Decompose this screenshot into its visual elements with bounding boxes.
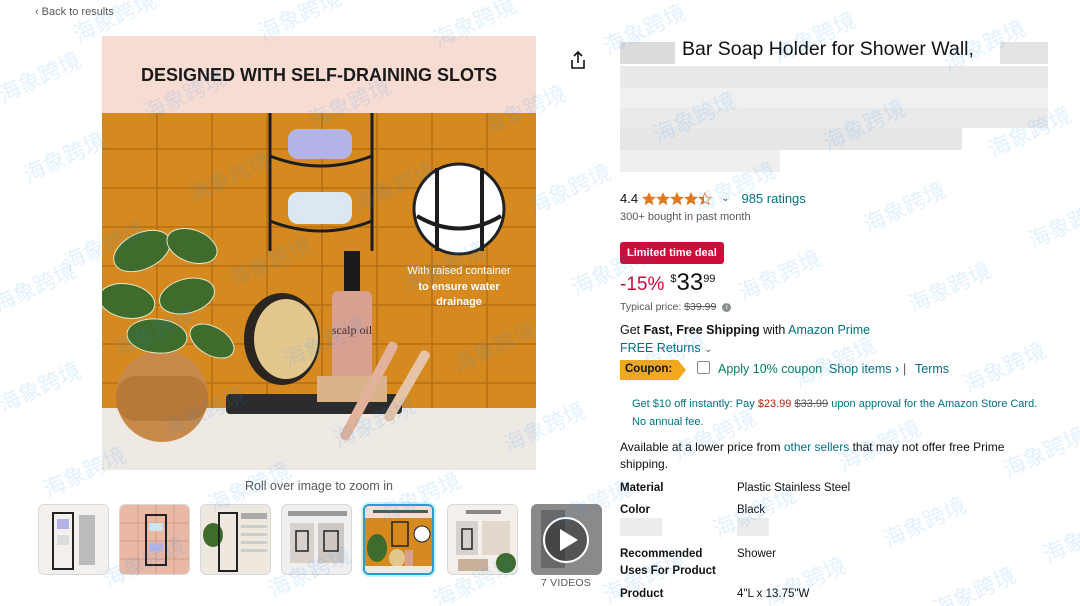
free-returns-link[interactable]: FREE Returns ⌄ (620, 341, 712, 355)
offer-pay-price: $23.99 (757, 398, 792, 410)
stars-icon (642, 191, 713, 205)
rating-row: 4.4 ⌄ 985 ratings (620, 191, 806, 206)
price-block: -15% $ 33 99 (620, 270, 715, 296)
lower-price-notice: Available at a lower price from other se… (620, 439, 1040, 473)
lower-price-text-1: Available at a lower price from (620, 440, 784, 454)
separator: | (903, 362, 907, 376)
typical-price-value: $39.99 (684, 301, 717, 313)
redacted-block (620, 150, 780, 172)
chevron-left-icon: ‹ (35, 6, 39, 18)
main-product-image[interactable]: DESIGNED WITH SELF-DRAINING SLOTS With r… (102, 36, 536, 470)
redacted-block (620, 88, 1048, 108)
watermark: 海象跨境 (904, 258, 996, 319)
redacted-block (620, 42, 675, 64)
shipping-middle: with (759, 323, 789, 337)
shop-items-link[interactable]: Shop items › (829, 362, 899, 376)
discount-percent: -15% (620, 274, 665, 295)
watermark: 海象跨境 (0, 258, 81, 319)
product-title: Bar Soap Holder for Shower Wall, (682, 38, 974, 60)
shipping-info: Get Fast, Free Shipping with Amazon Prim… (620, 323, 870, 337)
image-callout-line1: With raised container (407, 265, 511, 277)
spec-value-uses: Shower (737, 548, 776, 560)
watermark: 海象跨境 (0, 358, 86, 419)
limited-time-deal-badge: Limited time deal (620, 242, 724, 264)
thumbnail-1[interactable] (38, 504, 109, 575)
price-fraction: 99 (703, 273, 716, 285)
back-to-results-label: Back to results (41, 6, 114, 18)
redacted-block (620, 66, 1048, 88)
watermark: 海象跨境 (859, 178, 951, 239)
shipping-prefix: Get (620, 323, 644, 337)
spec-label-product: Product (620, 588, 664, 600)
spec-value-product: 4"L x 13.75"W (737, 588, 810, 600)
info-icon[interactable]: i (722, 302, 732, 312)
spec-value-material: Plastic Stainless Steel (737, 482, 851, 494)
spec-label-uses: Recommended Uses For Product (620, 548, 716, 577)
thumbnail-4[interactable] (281, 504, 352, 575)
watermark: 海象跨境 (789, 333, 881, 394)
price-whole: 33 (676, 269, 704, 296)
watermark: 海象跨境 (929, 563, 1021, 606)
typical-price-label: Typical price: (620, 301, 682, 313)
offer-strike-price: $33.99 (794, 398, 829, 410)
image-callout-line3: drainage (436, 296, 482, 308)
rating-value: 4.4 (620, 191, 639, 206)
store-card-offer[interactable]: Get $10 off instantly: Pay $23.99 $33.99… (632, 395, 1042, 431)
image-callout-line2: to ensure water (418, 281, 500, 293)
bottle-label: scalp oil (332, 323, 373, 337)
typical-price: Typical price: $39.99 i (620, 301, 732, 313)
thumbnail-6[interactable] (447, 504, 518, 575)
thumbnail-5-selected[interactable] (363, 504, 434, 575)
terms-link[interactable]: Terms (915, 362, 949, 376)
chevron-down-icon[interactable]: ⌄ (721, 193, 729, 204)
watermark: 海象跨境 (1024, 194, 1080, 255)
redacted-block (620, 128, 962, 150)
other-sellers-link[interactable]: other sellers (784, 440, 849, 454)
video-thumbnail[interactable] (531, 504, 602, 575)
redacted-block (620, 518, 662, 536)
watermark: 海象跨境 (524, 160, 616, 221)
redacted-block (620, 108, 1048, 128)
watermark: 海象跨境 (734, 246, 826, 307)
image-headline: DESIGNED WITH SELF-DRAINING SLOTS (141, 65, 497, 85)
videos-count-label[interactable]: 7 VIDEOS (531, 577, 601, 589)
offer-text-1: Get $10 off instantly: Pay (632, 398, 758, 410)
spec-label-material: Material (620, 482, 664, 494)
spec-value-color: Black (737, 504, 766, 516)
watermark: 海象跨境 (879, 493, 971, 554)
amazon-prime-link[interactable]: Amazon Prime (788, 323, 870, 337)
coupon-badge: Coupon: (620, 360, 687, 380)
coupon-checkbox[interactable] (697, 361, 710, 374)
redacted-block (1000, 42, 1048, 64)
bought-past-month: 300+ bought in past month (620, 211, 751, 223)
redacted-block (737, 518, 769, 536)
chevron-down-icon: ⌄ (704, 344, 713, 355)
star-rating[interactable] (642, 191, 713, 206)
back-to-results-link[interactable]: ‹ Back to results (35, 6, 114, 18)
free-returns-label: FREE Returns (620, 341, 701, 355)
share-icon[interactable] (569, 50, 587, 70)
ratings-count-link[interactable]: 985 ratings (741, 191, 805, 206)
watermark: 海象跨境 (959, 338, 1051, 399)
apply-coupon-label[interactable]: Apply 10% coupon (718, 362, 822, 376)
thumbnail-3[interactable] (200, 504, 271, 575)
product-photo: DESIGNED WITH SELF-DRAINING SLOTS With r… (102, 36, 536, 470)
spec-label-color: Color (620, 504, 651, 516)
watermark: 海象跨境 (19, 128, 111, 189)
fast-free-shipping: Fast, Free Shipping (643, 323, 760, 337)
watermark: 海象跨境 (1039, 508, 1080, 569)
watermark: 海象跨境 (0, 48, 86, 109)
thumbnail-2[interactable] (119, 504, 190, 575)
zoom-hint: Roll over image to zoom in (245, 479, 393, 493)
